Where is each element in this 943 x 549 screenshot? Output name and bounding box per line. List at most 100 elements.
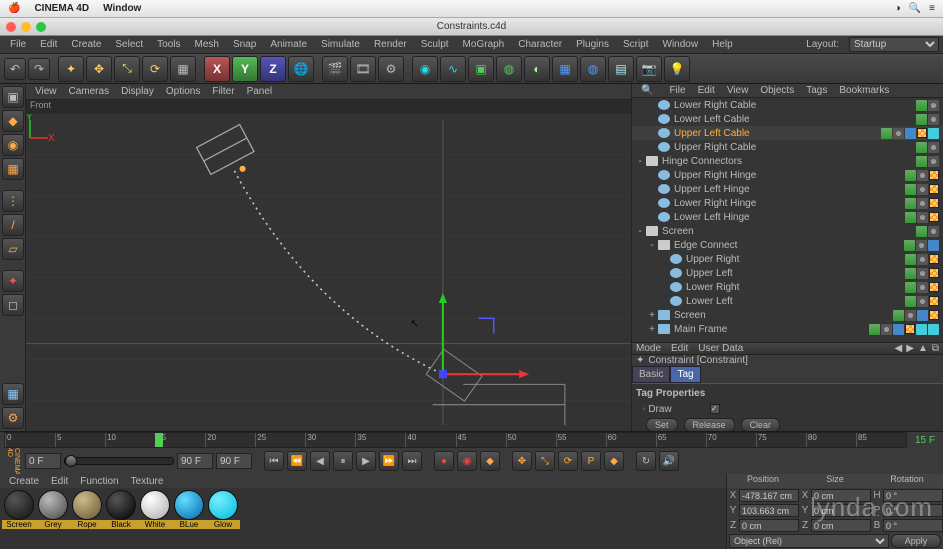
tag-dot-icon[interactable] — [893, 128, 904, 139]
om-search-icon[interactable]: 🔍 — [636, 84, 658, 97]
viewport[interactable]: ↖ Y X — [26, 114, 631, 431]
om-menu-bookmarks[interactable]: Bookmarks — [834, 84, 894, 97]
mat-menu-create[interactable]: Create — [4, 475, 44, 488]
add-light-button[interactable]: 💡 — [664, 56, 690, 82]
key-pla-button[interactable]: ◆ — [604, 451, 624, 471]
close-icon[interactable] — [6, 22, 16, 32]
menu-select[interactable]: Select — [109, 37, 149, 52]
add-generator-button[interactable]: ▣ — [468, 56, 494, 82]
tag-vis-icon[interactable] — [905, 254, 916, 265]
draw-checkbox[interactable] — [710, 404, 720, 414]
attr-nav-back-icon[interactable]: ◀ — [895, 343, 903, 354]
zoom-icon[interactable] — [36, 22, 46, 32]
menu-animate[interactable]: Animate — [264, 37, 313, 52]
om-item[interactable]: Upper Left — [632, 266, 943, 280]
om-item[interactable]: Lower Left Hinge — [632, 210, 943, 224]
goto-next-key-button[interactable]: ⏩ — [379, 451, 399, 471]
edges-mode-button[interactable]: / — [2, 214, 24, 236]
keyframe-sel-button[interactable]: ◆ — [480, 451, 500, 471]
om-item[interactable]: Lower Left — [632, 294, 943, 308]
expand-icon[interactable]: - — [636, 156, 644, 167]
play-mode-button[interactable]: ↻ — [636, 451, 656, 471]
viewport-solo-button[interactable]: ◻ — [2, 294, 24, 316]
om-menu-file[interactable]: File — [664, 84, 690, 97]
vp-menu-options[interactable]: Options — [161, 85, 205, 98]
tag-dot-icon[interactable] — [917, 296, 928, 307]
tag-chk-icon[interactable] — [929, 282, 939, 292]
tag-vis-icon[interactable] — [905, 170, 916, 181]
app-name[interactable]: CINEMA 4D — [34, 3, 89, 14]
key-scale-button[interactable]: ⤡ — [535, 451, 555, 471]
menu-render[interactable]: Render — [368, 37, 413, 52]
vp-menu-cameras[interactable]: Cameras — [64, 85, 115, 98]
tag-dot-icon[interactable] — [928, 156, 939, 167]
add-generator2-button[interactable]: ◍ — [496, 56, 522, 82]
tag-vis-icon[interactable] — [916, 226, 927, 237]
project-end-field[interactable] — [216, 453, 252, 469]
om-menu-tags[interactable]: Tags — [801, 84, 832, 97]
menu-tools[interactable]: Tools — [151, 37, 186, 52]
tag-ico2-icon[interactable] — [928, 128, 939, 139]
tag-chk-icon[interactable] — [929, 310, 939, 320]
render-pv-button[interactable]: 🎞 — [350, 56, 376, 82]
om-item[interactable]: -Edge Connect — [632, 238, 943, 252]
vertical-tab-icon[interactable]: CINEMA 4D — [4, 448, 22, 475]
move-tool[interactable]: ✥ — [86, 56, 112, 82]
tag-vis-icon[interactable] — [904, 240, 915, 251]
menu-file[interactable]: File — [4, 37, 32, 52]
clear-button[interactable]: Clear — [741, 418, 781, 431]
om-item[interactable]: Upper Right Cable — [632, 140, 943, 154]
om-item[interactable]: Upper Right — [632, 252, 943, 266]
play-sound-button[interactable]: 🔊 — [659, 451, 679, 471]
z-axis-lock[interactable]: Z — [260, 56, 286, 82]
polys-mode-button[interactable]: ▱ — [2, 238, 24, 260]
record-button[interactable]: ● — [434, 451, 454, 471]
om-item[interactable]: Upper Left Cable — [632, 126, 943, 140]
attr-edit-menu[interactable]: Edit — [671, 343, 688, 354]
menu-character[interactable]: Character — [512, 37, 568, 52]
key-rot-button[interactable]: ⟳ — [558, 451, 578, 471]
object-manager-tree[interactable]: Lower Right CableLower Left CableUpper L… — [632, 98, 943, 342]
tag-ico1-icon[interactable] — [917, 310, 928, 321]
tag-dot-icon[interactable] — [917, 198, 928, 209]
tag-ico2-icon[interactable] — [928, 324, 939, 335]
key-pos-button[interactable]: ✥ — [512, 451, 532, 471]
next-frame-button[interactable]: ▶ — [356, 451, 376, 471]
om-item[interactable]: +Main Frame — [632, 322, 943, 336]
axis-mode-button[interactable]: ✦ — [2, 270, 24, 292]
timeline-ruler[interactable]: 051015202530354045505560657075808590 15 … — [0, 432, 943, 448]
undo-button[interactable]: ↶ — [4, 58, 26, 80]
make-editable-button[interactable]: ▣ — [2, 86, 24, 108]
tag-vis-icon[interactable] — [905, 212, 916, 223]
goto-end-button[interactable]: ⏭ — [402, 451, 422, 471]
tag-chk-icon[interactable] — [929, 184, 939, 194]
menu-edit[interactable]: Edit — [34, 37, 63, 52]
tag-vis-icon[interactable] — [916, 114, 927, 125]
tab-basic[interactable]: Basic — [632, 366, 670, 383]
attr-nav-up-icon[interactable]: ▲ — [918, 343, 928, 354]
tag-dot-icon[interactable] — [917, 184, 928, 195]
menu-create[interactable]: Create — [65, 37, 107, 52]
tag-chk-icon[interactable] — [929, 268, 939, 278]
add-camera-button[interactable]: 📷 — [636, 56, 662, 82]
y-axis-lock[interactable]: Y — [232, 56, 258, 82]
tag-chk-icon[interactable] — [905, 324, 915, 334]
tag-dot-icon[interactable] — [917, 254, 928, 265]
om-menu-edit[interactable]: Edit — [693, 84, 720, 97]
points-mode-button[interactable]: ⋮ — [2, 190, 24, 212]
minimize-icon[interactable] — [21, 22, 31, 32]
material-item[interactable]: Screen — [2, 490, 36, 547]
material-item[interactable]: White — [138, 490, 172, 547]
vp-menu-filter[interactable]: Filter — [207, 85, 239, 98]
om-item[interactable]: Lower Right — [632, 280, 943, 294]
coord-mode-select[interactable]: Object (Rel) — [729, 534, 889, 548]
attr-mode-menu[interactable]: Mode — [636, 343, 661, 354]
redo-button[interactable]: ↷ — [28, 58, 50, 80]
tag-dot-icon[interactable] — [928, 142, 939, 153]
layout-select[interactable]: Startup — [849, 37, 939, 52]
snap-button[interactable]: ▦ — [2, 383, 24, 405]
tag-dot-icon[interactable] — [916, 240, 927, 251]
range-start-field[interactable] — [25, 453, 61, 469]
mac-menu-window[interactable]: Window — [103, 3, 141, 14]
tag-chk-icon[interactable] — [929, 170, 939, 180]
